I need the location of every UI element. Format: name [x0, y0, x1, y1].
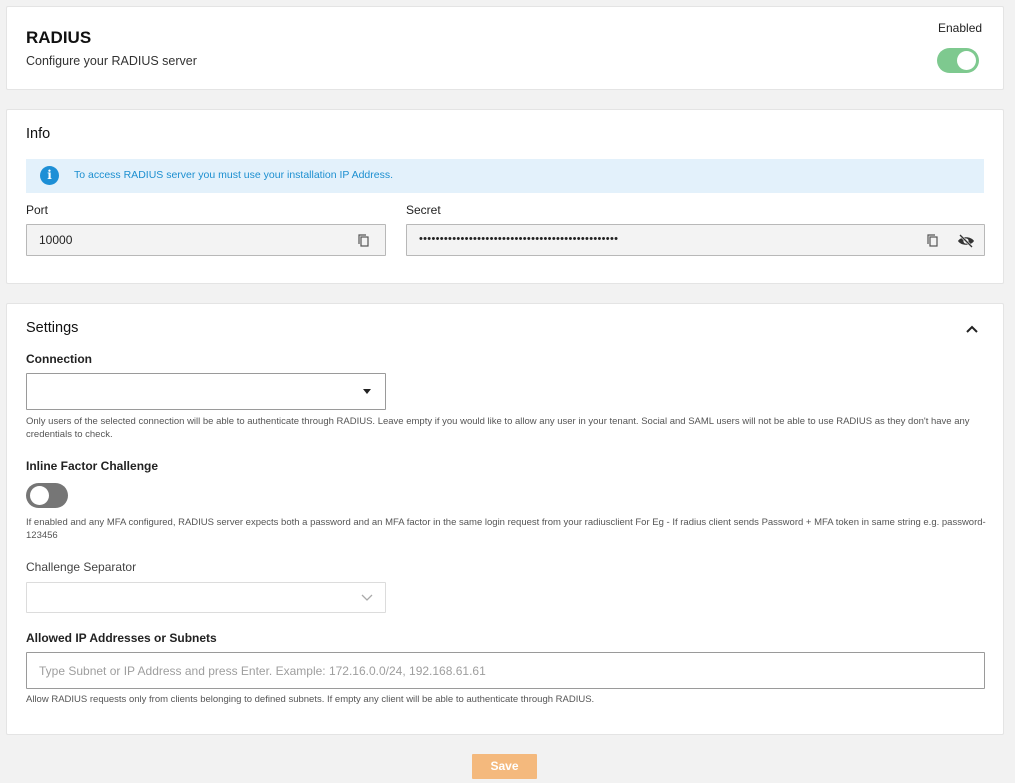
page-subtitle: Configure your RADIUS server	[26, 54, 197, 68]
radius-header-card: RADIUS Configure your RADIUS server Enab…	[6, 6, 1004, 90]
secret-field[interactable]: ••••••••••••••••••••••••••••••••••••••••…	[406, 224, 985, 256]
info-banner: i To access RADIUS server you must use y…	[26, 159, 984, 193]
challenge-separator-select[interactable]	[26, 582, 386, 613]
enabled-label: Enabled	[938, 21, 983, 35]
inline-factor-label: Inline Factor Challenge	[26, 459, 159, 473]
copy-icon[interactable]	[925, 233, 941, 249]
port-value: 10000	[39, 233, 73, 247]
page-title: RADIUS	[26, 28, 92, 47]
toggle-knob	[957, 51, 976, 70]
challenge-separator-label: Challenge Separator	[26, 560, 137, 574]
info-section-title: Info	[26, 126, 51, 142]
enabled-toggle[interactable]	[937, 48, 979, 73]
inline-factor-toggle[interactable]	[26, 483, 68, 508]
inline-factor-help-text: If enabled and any MFA configured, RADIU…	[26, 517, 986, 541]
chevron-up-icon[interactable]	[965, 323, 979, 335]
info-icon: i	[40, 166, 59, 185]
toggle-knob	[30, 486, 49, 505]
copy-icon[interactable]	[356, 233, 372, 249]
port-label: Port	[26, 203, 49, 217]
connection-help-text: Only users of the selected connection wi…	[26, 416, 970, 440]
settings-card: Settings Connection Only users of the se…	[6, 303, 1004, 735]
allowed-ip-help-text: Allow RADIUS requests only from clients …	[26, 694, 595, 705]
port-field[interactable]: 10000	[26, 224, 386, 256]
connection-select[interactable]	[26, 373, 386, 410]
allowed-ip-placeholder: Type Subnet or IP Address and press Ente…	[39, 664, 486, 678]
eye-off-icon[interactable]	[957, 233, 975, 249]
info-banner-text: To access RADIUS server you must use you…	[74, 169, 394, 181]
allowed-ip-input[interactable]: Type Subnet or IP Address and press Ente…	[26, 652, 985, 689]
caret-down-icon	[363, 389, 371, 394]
secret-value: ••••••••••••••••••••••••••••••••••••••••…	[419, 233, 619, 245]
info-card: Info i To access RADIUS server you must …	[6, 109, 1004, 284]
chevron-down-icon	[361, 594, 373, 601]
secret-label: Secret	[406, 203, 441, 217]
connection-label: Connection	[26, 352, 92, 366]
allowed-ip-label: Allowed IP Addresses or Subnets	[26, 631, 217, 645]
settings-section-title: Settings	[26, 320, 79, 336]
save-button[interactable]: Save	[472, 754, 537, 779]
